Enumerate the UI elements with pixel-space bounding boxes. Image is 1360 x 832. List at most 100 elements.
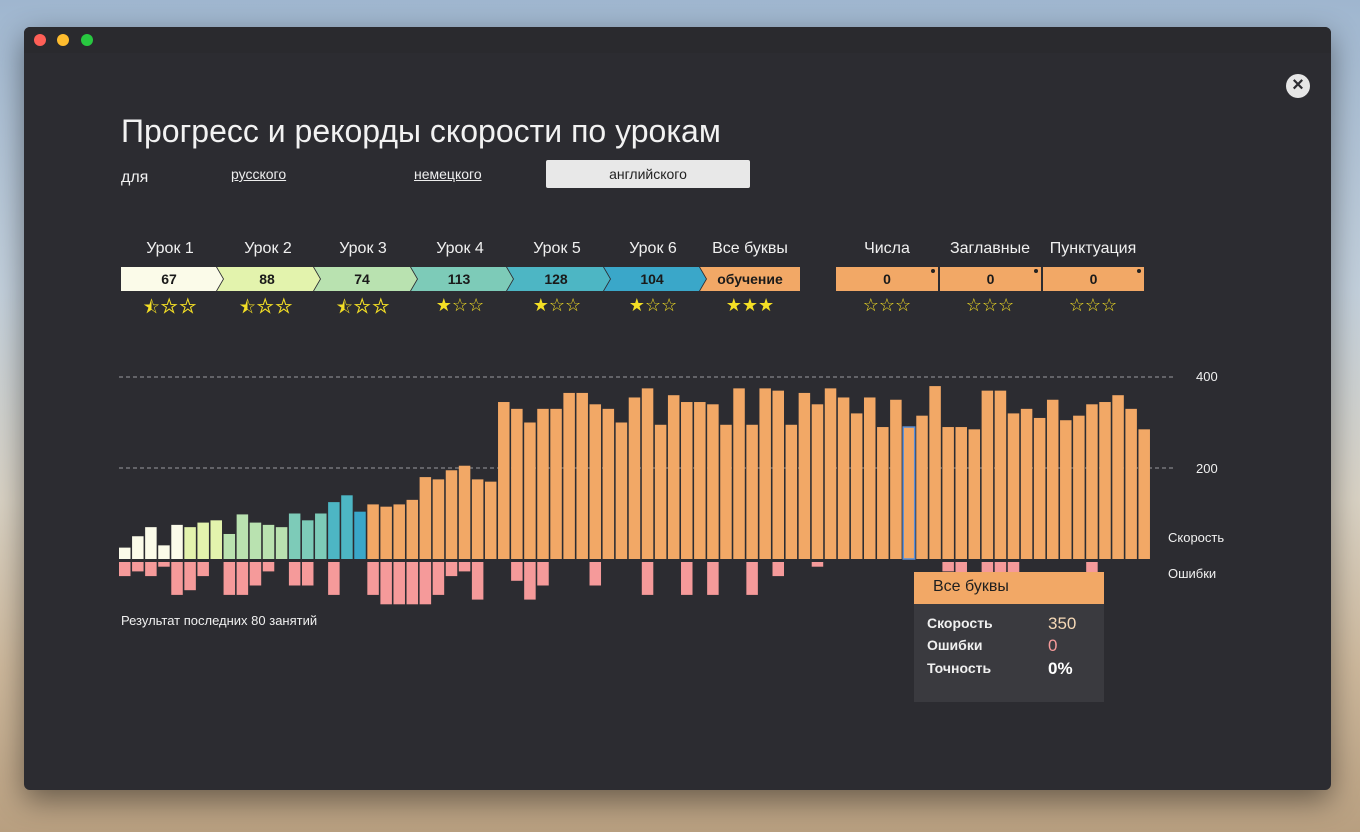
speed-bar[interactable] bbox=[746, 424, 758, 559]
close-icon[interactable]: × bbox=[1286, 74, 1310, 98]
speed-bar[interactable] bbox=[994, 390, 1007, 559]
speed-bar[interactable] bbox=[511, 408, 523, 559]
language-button-english[interactable]: английского bbox=[546, 160, 750, 188]
speed-bar[interactable] bbox=[498, 402, 510, 559]
speed-bar[interactable] bbox=[694, 402, 706, 559]
speed-bar[interactable] bbox=[576, 392, 588, 559]
speed-bar[interactable] bbox=[863, 397, 876, 559]
speed-bar[interactable] bbox=[942, 427, 954, 559]
error-bar bbox=[811, 562, 824, 567]
extra-label-capitals: Заглавные bbox=[949, 240, 1030, 257]
speed-bar[interactable] bbox=[850, 413, 863, 559]
speed-bar[interactable] bbox=[968, 429, 981, 559]
speed-bar[interactable] bbox=[1046, 399, 1059, 559]
speed-bar[interactable] bbox=[720, 424, 732, 559]
speed-bar[interactable] bbox=[354, 511, 366, 559]
speed-bar[interactable] bbox=[759, 388, 771, 559]
lesson-value[interactable]: 113 bbox=[411, 267, 507, 291]
speed-bar[interactable] bbox=[602, 408, 615, 559]
speed-bar[interactable] bbox=[1125, 408, 1137, 559]
speed-bar[interactable] bbox=[419, 477, 432, 559]
lesson-value[interactable]: 67 bbox=[121, 267, 217, 291]
speed-bar[interactable] bbox=[223, 533, 236, 559]
speed-bar[interactable] bbox=[210, 520, 222, 559]
speed-bar[interactable] bbox=[524, 422, 536, 560]
app-window: × Прогресс и рекорды скорости по урокам … bbox=[24, 27, 1331, 790]
speed-bar[interactable] bbox=[1099, 402, 1111, 559]
speed-bar[interactable] bbox=[981, 390, 994, 559]
speed-bar[interactable] bbox=[432, 479, 445, 559]
minimize-window-button[interactable] bbox=[57, 34, 69, 46]
speed-bar[interactable] bbox=[707, 404, 719, 559]
speed-bar[interactable] bbox=[929, 386, 941, 559]
speed-bar[interactable] bbox=[406, 499, 419, 559]
speed-bar[interactable] bbox=[145, 527, 157, 559]
close-window-button[interactable] bbox=[34, 34, 46, 46]
lesson-value[interactable]: 74 bbox=[314, 267, 410, 291]
speed-bar[interactable] bbox=[471, 479, 484, 559]
speed-bar[interactable] bbox=[288, 513, 301, 560]
speed-bar[interactable] bbox=[184, 527, 196, 559]
speed-bar[interactable] bbox=[772, 390, 785, 559]
error-bar bbox=[288, 562, 301, 586]
speed-bar[interactable] bbox=[249, 522, 262, 559]
speed-bar[interactable] bbox=[341, 495, 353, 559]
speed-bar[interactable] bbox=[328, 502, 340, 559]
speed-bar[interactable] bbox=[1086, 404, 1098, 559]
speed-bar[interactable] bbox=[798, 392, 811, 559]
chart-tooltip: Все буквы Скорость 350 Ошибки 0 Точность… bbox=[914, 572, 1104, 702]
speed-bar[interactable] bbox=[484, 481, 497, 559]
speed-bar[interactable] bbox=[1033, 417, 1046, 559]
speed-bar[interactable] bbox=[197, 522, 209, 559]
error-bar bbox=[707, 562, 719, 595]
speed-bar[interactable] bbox=[301, 520, 314, 559]
speed-bar[interactable] bbox=[667, 395, 680, 559]
speed-bar[interactable] bbox=[824, 388, 837, 559]
speed-bar[interactable] bbox=[1020, 408, 1033, 559]
language-link-russian[interactable]: русского bbox=[231, 166, 286, 182]
speed-bar[interactable] bbox=[1073, 415, 1085, 559]
speed-bar[interactable] bbox=[955, 427, 967, 559]
speed-bar[interactable] bbox=[589, 404, 602, 559]
speed-bar[interactable] bbox=[733, 388, 745, 559]
zoom-window-button[interactable] bbox=[81, 34, 93, 46]
speed-bar[interactable] bbox=[890, 399, 902, 559]
speed-bar[interactable] bbox=[916, 415, 928, 559]
speed-bar[interactable] bbox=[877, 427, 889, 559]
language-link-german[interactable]: немецкого bbox=[414, 166, 482, 182]
speed-bar[interactable] bbox=[902, 426, 916, 560]
speed-bar[interactable] bbox=[837, 397, 850, 559]
speed-bar[interactable] bbox=[380, 506, 392, 559]
speed-bar[interactable] bbox=[641, 388, 654, 559]
speed-bar[interactable] bbox=[367, 504, 379, 559]
speed-bar[interactable] bbox=[615, 422, 628, 560]
lesson-value[interactable]: 128 bbox=[508, 267, 604, 291]
speed-bar[interactable] bbox=[1138, 429, 1150, 559]
speed-bar[interactable] bbox=[315, 513, 327, 560]
lesson-value[interactable]: 104 bbox=[604, 267, 700, 291]
speed-bar[interactable] bbox=[132, 536, 144, 559]
speed-bar[interactable] bbox=[550, 408, 562, 559]
lesson-value[interactable]: 88 bbox=[219, 267, 315, 291]
lesson-rating-stars: ★☆☆ bbox=[435, 295, 485, 315]
lesson-value[interactable]: обучение bbox=[702, 267, 798, 291]
speed-bar[interactable] bbox=[563, 392, 575, 559]
speed-bar[interactable] bbox=[811, 404, 824, 559]
speed-bar[interactable] bbox=[119, 547, 131, 559]
speed-bar[interactable] bbox=[537, 408, 549, 559]
speed-bar[interactable] bbox=[1112, 395, 1124, 559]
speed-bar[interactable] bbox=[681, 402, 693, 559]
speed-bar[interactable] bbox=[236, 514, 249, 559]
speed-bar[interactable] bbox=[275, 527, 288, 559]
speed-bar[interactable] bbox=[785, 424, 798, 559]
speed-bar[interactable] bbox=[654, 424, 667, 559]
speed-bar[interactable] bbox=[628, 397, 641, 559]
speed-bar[interactable] bbox=[445, 470, 458, 559]
speed-bar[interactable] bbox=[158, 545, 170, 559]
speed-bar[interactable] bbox=[262, 524, 275, 559]
speed-bar[interactable] bbox=[393, 504, 405, 559]
speed-bar[interactable] bbox=[171, 524, 183, 559]
speed-bar[interactable] bbox=[1060, 420, 1072, 559]
speed-bar[interactable] bbox=[1007, 413, 1020, 559]
speed-bar[interactable] bbox=[458, 465, 471, 559]
